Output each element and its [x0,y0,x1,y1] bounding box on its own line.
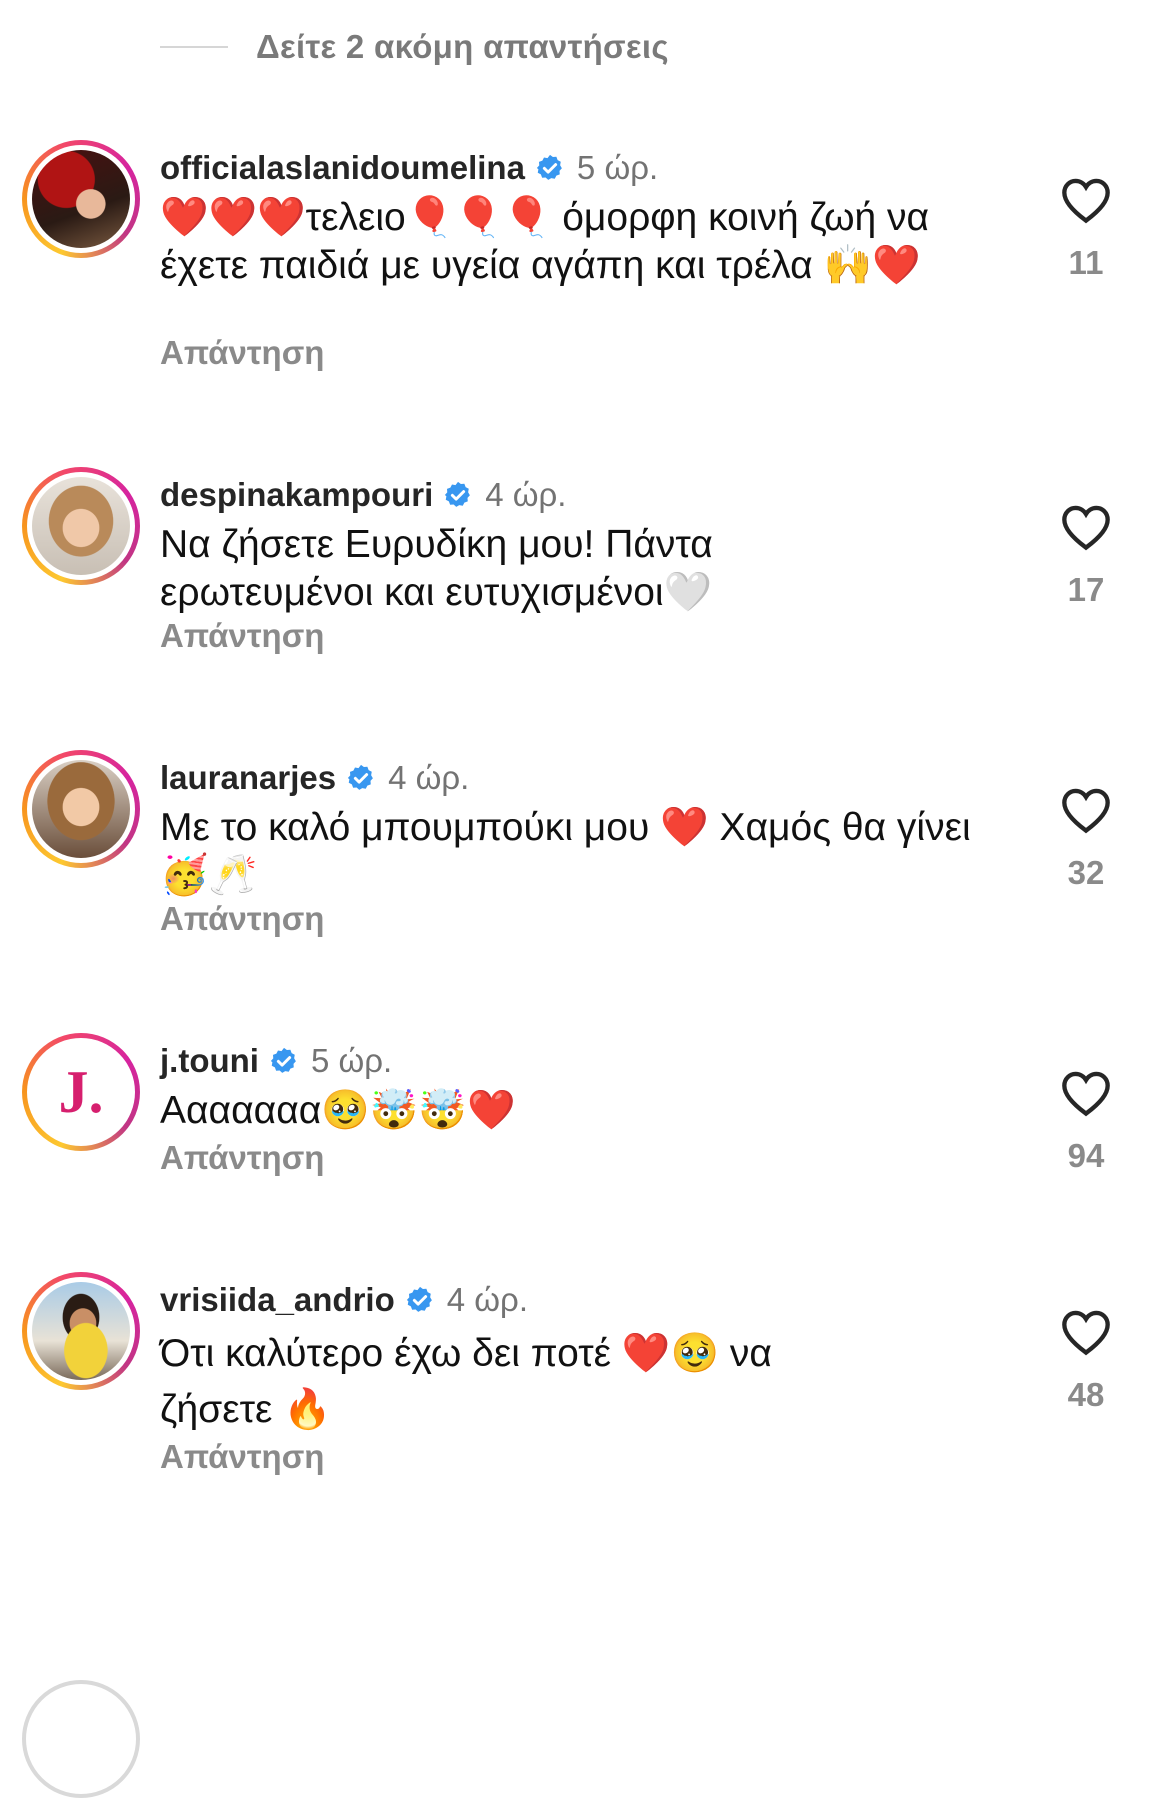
like-control[interactable]: 11 [1050,176,1122,282]
avatar-story-ring[interactable]: J. [22,1033,140,1151]
verified-badge-icon [406,1286,432,1312]
heart-outline-icon[interactable] [1060,786,1112,834]
avatar-story-ring[interactable] [22,1272,140,1390]
timestamp: 4 ώρ. [485,476,567,513]
like-control[interactable]: 17 [1050,503,1122,609]
timestamp: 4 ώρ. [446,1281,528,1318]
comment-text: Με το καλό μπουμπούκι μου ❤️ Χαμός θα γί… [160,806,971,897]
avatar[interactable] [32,150,130,248]
like-count: 48 [1067,1376,1105,1413]
avatar-story-ring[interactable] [22,467,140,585]
username[interactable]: officialaslanidoumelina [160,149,525,187]
reply-button[interactable]: Απάντηση [160,334,324,372]
verified-badge-icon [445,481,471,507]
reply-button[interactable]: Απάντηση [160,900,324,938]
username[interactable]: j.touni [160,1042,259,1080]
avatar[interactable] [32,760,130,858]
verified-badge-icon [347,764,373,790]
comment-text: Ότι καλύτερο έχω δει ποτέ ❤️🥹 να ζήσετε … [160,1332,772,1431]
avatar-monogram: J. [58,1059,104,1125]
heart-outline-icon[interactable] [1060,176,1112,224]
verified-badge-icon [270,1047,296,1073]
username[interactable]: lauranarjes [160,759,336,797]
comment-text: ❤️❤️❤️τελειο🎈🎈🎈 όμορφη κοινή ζωή να έχετ… [160,196,930,287]
username[interactable]: despinakampouri [160,476,433,514]
heart-outline-icon[interactable] [1060,503,1112,551]
avatar-story-ring[interactable] [22,750,140,868]
comment-text: Ααααααα🥹🤯🤯❤️ [160,1089,516,1132]
heart-outline-icon[interactable] [1060,1069,1112,1117]
like-count: 11 [1068,244,1104,281]
timestamp: 4 ώρ. [388,759,470,796]
avatar[interactable] [32,477,130,575]
timestamp: 5 ώρ. [576,149,659,186]
view-more-replies[interactable]: Δείτε 2 ακόμη απαντήσεις [160,22,669,72]
like-control[interactable]: 48 [1050,1308,1122,1414]
avatar[interactable] [32,1282,130,1380]
like-count: 94 [1067,1137,1105,1174]
like-control[interactable]: 32 [1050,786,1122,892]
avatar-story-ring[interactable] [22,140,140,258]
avatar[interactable]: J. [32,1043,130,1141]
like-count: 32 [1067,854,1105,891]
comment-text: Να ζήσετε Ευρυδίκη μου! Πάντα ερωτευμένο… [160,523,713,614]
replies-divider-line [160,46,228,48]
username[interactable]: vrisiida_andrio [160,1281,395,1319]
timestamp: 5 ώρ. [310,1042,393,1079]
view-more-replies-label[interactable]: Δείτε 2 ακόμη απαντήσεις [256,28,669,66]
like-control[interactable]: 94 [1050,1069,1122,1175]
verified-badge-icon [536,154,562,180]
reply-button[interactable]: Απάντηση [160,1139,324,1177]
reply-button[interactable]: Απάντηση [160,1438,324,1476]
heart-outline-icon[interactable] [1060,1308,1112,1356]
reply-button[interactable]: Απάντηση [160,617,324,655]
like-count: 17 [1067,571,1105,608]
